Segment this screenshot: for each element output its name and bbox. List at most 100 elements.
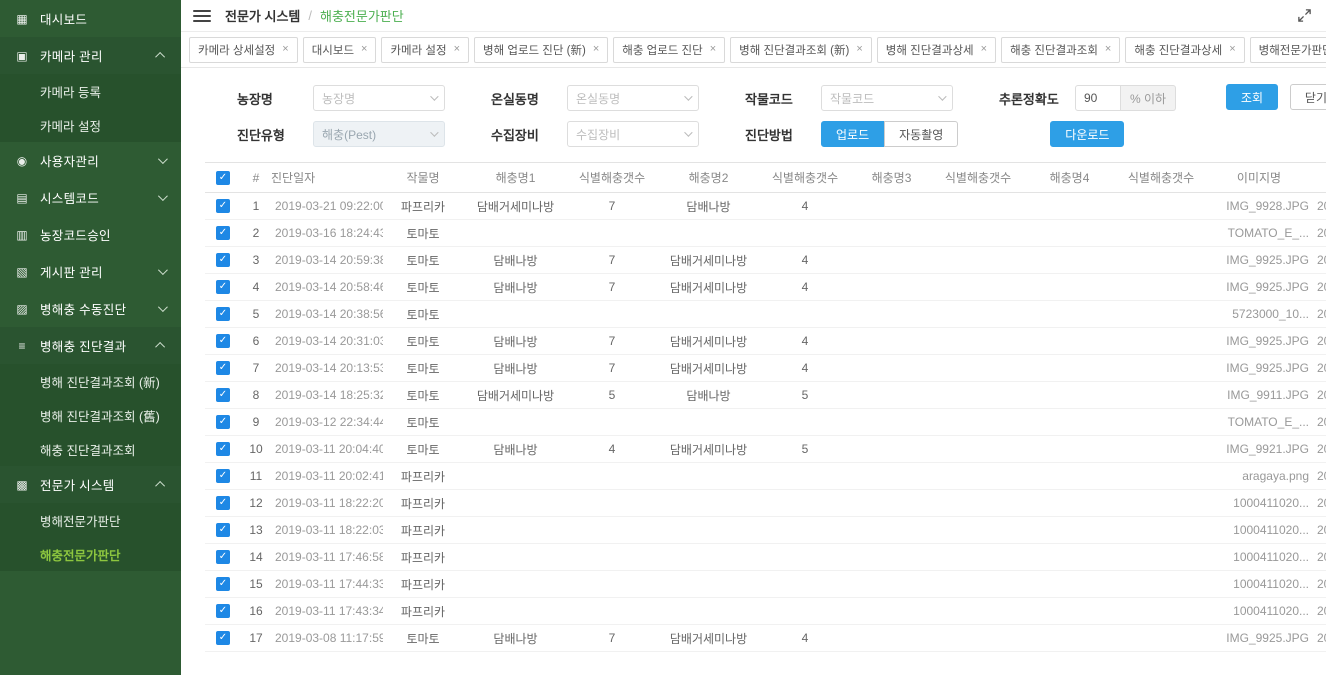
column-header[interactable]: 식별해충갯수 xyxy=(1117,163,1205,193)
close-icon[interactable]: × xyxy=(454,44,460,55)
tab[interactable]: 카메라 상세설정× xyxy=(189,37,298,63)
table-row[interactable]: ✓82019-03-14 18:25:32토마토담배거세미나방5담배나방5IMG… xyxy=(205,382,1326,409)
close-icon[interactable]: × xyxy=(1105,44,1111,55)
tab[interactable]: 해충 진단결과상세× xyxy=(1125,37,1244,63)
sidebar-item-pest-diag-result[interactable]: ≡병해충 진단결과 xyxy=(0,327,181,364)
checkbox-checked[interactable]: ✓ xyxy=(216,550,230,564)
close-icon[interactable]: × xyxy=(593,44,599,55)
sidebar-subitem[interactable]: 카메라 설정 xyxy=(0,108,181,142)
tab[interactable]: 해충 업로드 진단× xyxy=(613,37,725,63)
sidebar-subitem[interactable]: 카메라 등록 xyxy=(0,74,181,108)
accuracy-input[interactable] xyxy=(1075,85,1121,111)
close-icon[interactable]: × xyxy=(1229,44,1235,55)
table-row[interactable]: ✓92019-03-12 22:34:44토마토TOMATO_E_...201 xyxy=(205,409,1326,436)
checkbox-checked[interactable]: ✓ xyxy=(216,523,230,537)
table-row[interactable]: ✓42019-03-14 20:58:46토마토담배나방7담배거세미나방4IMG… xyxy=(205,274,1326,301)
checkbox-checked[interactable]: ✓ xyxy=(216,469,230,483)
sidebar-item-expert-system[interactable]: ▩전문가 시스템 xyxy=(0,466,181,503)
table-row[interactable]: ✓162019-03-11 17:43:34파프리카1000411020...2… xyxy=(205,598,1326,625)
close-icon[interactable]: × xyxy=(856,44,862,55)
column-header[interactable]: 작물명 xyxy=(383,163,463,193)
close-icon[interactable]: × xyxy=(361,44,367,55)
checkbox-checked[interactable]: ✓ xyxy=(216,171,230,185)
table-row[interactable]: ✓172019-03-08 11:17:59토마토담배나방7담배거세미나방4IM… xyxy=(205,625,1326,652)
checkbox-checked[interactable]: ✓ xyxy=(216,334,230,348)
column-header[interactable]: 진단일자 xyxy=(271,163,383,193)
checkbox-checked[interactable]: ✓ xyxy=(216,361,230,375)
table-row[interactable]: ✓122019-03-11 18:22:20파프리카1000411020...2… xyxy=(205,490,1326,517)
device-select[interactable]: 수집장비 xyxy=(567,121,699,147)
table-row[interactable]: ✓132019-03-11 18:22:03파프리카1000411020...2… xyxy=(205,517,1326,544)
tab[interactable]: 병해전문가판단× xyxy=(1250,37,1326,63)
close-button[interactable]: 닫기 xyxy=(1290,84,1326,110)
column-header[interactable]: 해충명3 xyxy=(849,163,934,193)
close-icon[interactable]: × xyxy=(981,44,987,55)
checkbox-checked[interactable]: ✓ xyxy=(216,577,230,591)
checkbox-checked[interactable]: ✓ xyxy=(216,280,230,294)
tab[interactable]: 대시보드× xyxy=(303,37,377,63)
checkbox-checked[interactable]: ✓ xyxy=(216,496,230,510)
diag-type-select[interactable]: 해충(Pest) xyxy=(313,121,445,147)
table-row[interactable]: ✓152019-03-11 17:44:33파프리카1000411020...2… xyxy=(205,571,1326,598)
checkbox-checked[interactable]: ✓ xyxy=(216,226,230,240)
table-row[interactable]: ✓22019-03-16 18:24:43토마토TOMATO_E_...201 xyxy=(205,220,1326,247)
sidebar-subitem[interactable]: 병해 진단결과조회 (舊) xyxy=(0,398,181,432)
checkbox-checked[interactable]: ✓ xyxy=(216,631,230,645)
breadcrumb-root[interactable]: 전문가 시스템 xyxy=(225,6,300,25)
sidebar-subitem[interactable]: 병해 진단결과조회 (新) xyxy=(0,364,181,398)
method-upload-button[interactable]: 업로드 xyxy=(821,121,884,147)
fullscreen-icon[interactable] xyxy=(1297,8,1312,23)
sidebar-subitem[interactable]: 병해전문가판단 xyxy=(0,503,181,537)
sidebar-item-pest-manual-diag[interactable]: ▨병해충 수동진단 xyxy=(0,290,181,327)
column-header[interactable]: 이미지명 xyxy=(1205,163,1313,193)
column-header[interactable]: 해충명2 xyxy=(656,163,761,193)
sidebar-item-user-mgmt[interactable]: ◉사용자관리 xyxy=(0,142,181,179)
menu-icon[interactable] xyxy=(193,10,211,22)
checkbox-checked[interactable]: ✓ xyxy=(216,253,230,267)
greenhouse-select[interactable]: 온실동명 xyxy=(567,85,699,111)
sidebar-subitem[interactable]: 해충 진단결과조회 xyxy=(0,432,181,466)
sidebar-item-dashboard[interactable]: ▦대시보드 xyxy=(0,0,181,37)
sidebar-item-board-mgmt[interactable]: ▧게시판 관리 xyxy=(0,253,181,290)
sidebar-subitem[interactable]: 해충전문가판단 xyxy=(0,537,181,571)
tab[interactable]: 카메라 설정× xyxy=(381,37,469,63)
column-header[interactable] xyxy=(1313,163,1326,193)
checkbox-checked[interactable]: ✓ xyxy=(216,415,230,429)
table-cell: 201 xyxy=(1313,274,1326,301)
sidebar-item-camera-mgmt[interactable]: ▣카메라 관리 xyxy=(0,37,181,74)
table-row[interactable]: ✓72019-03-14 20:13:53토마토담배나방7담배거세미나방4IMG… xyxy=(205,355,1326,382)
method-auto-button[interactable]: 자동촬영 xyxy=(884,121,958,147)
column-header[interactable]: 해충명4 xyxy=(1022,163,1117,193)
column-header[interactable]: # xyxy=(241,163,271,193)
farm-select[interactable]: 농장명 xyxy=(313,85,445,111)
table-row[interactable]: ✓12019-03-21 09:22:00파프리카담배거세미나방7담배나방4IM… xyxy=(205,193,1326,220)
sidebar-item-system-code[interactable]: ▤시스템코드 xyxy=(0,179,181,216)
checkbox-checked[interactable]: ✓ xyxy=(216,604,230,618)
close-icon[interactable]: × xyxy=(710,44,716,55)
column-header[interactable]: 식별해충갯수 xyxy=(568,163,656,193)
table-cell: IMG_9928.JPG xyxy=(1205,193,1313,220)
column-header[interactable]: 식별해충갯수 xyxy=(934,163,1022,193)
tab[interactable]: 해충 진단결과조회× xyxy=(1001,37,1120,63)
sidebar-item-farm-code-approval[interactable]: ▥농장코드승인 xyxy=(0,216,181,253)
table-row[interactable]: ✓142019-03-11 17:46:58파프리카1000411020...2… xyxy=(205,544,1326,571)
column-header[interactable]: 해충명1 xyxy=(463,163,568,193)
table-row[interactable]: ✓52019-03-14 20:38:56토마토5723000_10...201 xyxy=(205,301,1326,328)
column-header[interactable]: 식별해충갯수 xyxy=(761,163,849,193)
table-row[interactable]: ✓62019-03-14 20:31:03토마토담배나방7담배거세미나방4IMG… xyxy=(205,328,1326,355)
table-cell xyxy=(761,463,849,490)
table-row[interactable]: ✓112019-03-11 20:02:41파프리카aragaya.png201 xyxy=(205,463,1326,490)
crop-code-select[interactable]: 작물코드 xyxy=(821,85,953,111)
inquiry-button[interactable]: 조회 xyxy=(1226,84,1278,110)
table-row[interactable]: ✓32019-03-14 20:59:38토마토담배나방7담배거세미나방4IMG… xyxy=(205,247,1326,274)
checkbox-checked[interactable]: ✓ xyxy=(216,388,230,402)
checkbox-checked[interactable]: ✓ xyxy=(216,442,230,456)
checkbox-checked[interactable]: ✓ xyxy=(216,199,230,213)
close-icon[interactable]: × xyxy=(282,44,288,55)
table-row[interactable]: ✓102019-03-11 20:04:40토마토담배나방4담배거세미나방5IM… xyxy=(205,436,1326,463)
tab[interactable]: 병해 진단결과상세× xyxy=(877,37,996,63)
download-button[interactable]: 다운로드 xyxy=(1050,121,1124,147)
checkbox-checked[interactable]: ✓ xyxy=(216,307,230,321)
tab[interactable]: 병해 업로드 진단 (新)× xyxy=(474,37,608,63)
tab[interactable]: 병해 진단결과조회 (新)× xyxy=(730,37,872,63)
